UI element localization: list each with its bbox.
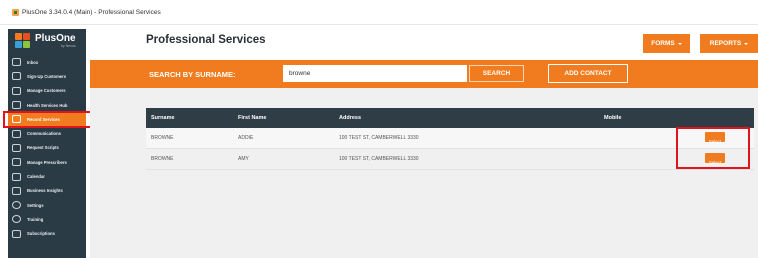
card-icon <box>12 229 21 238</box>
chevron-down-icon <box>677 42 682 45</box>
sidebar: PlusOne by Nexus Inbox Sign-Up Customers… <box>8 29 86 258</box>
search-label: SEARCH BY SURNAME: <box>149 70 236 79</box>
sidebar-item-label: Inbox <box>27 59 39 65</box>
sidebar-item-label: Health Services Hub <box>27 102 68 108</box>
sidebar-item-label: Training <box>27 216 44 222</box>
cell-first-name: AMY <box>238 156 249 162</box>
table-row[interactable]: BROWNE AMY 100 TEST ST, CAMBERWELL 3330 … <box>146 149 754 170</box>
column-header-mobile[interactable]: Mobile <box>604 115 621 121</box>
gear-icon <box>12 201 21 210</box>
users-icon <box>12 86 21 95</box>
plusone-logo-icon <box>15 33 31 49</box>
calendar-icon <box>12 172 21 181</box>
sidebar-nav: Inbox Sign-Up Customers Manage Customers… <box>8 55 86 241</box>
add-contact-button[interactable]: ADD CONTACT <box>548 64 628 83</box>
chevron-down-icon <box>744 42 749 45</box>
building-icon <box>12 158 21 167</box>
column-header-first-name[interactable]: First Name <box>238 115 266 121</box>
inbox-icon <box>12 58 21 67</box>
health-icon <box>12 101 21 110</box>
sidebar-item-label: Communications <box>27 131 61 137</box>
sidebar-item-request-scripts[interactable]: Request Scripts <box>8 141 86 155</box>
window-title: PlusOne 3.34.0.4 (Main) - Professional S… <box>22 8 161 16</box>
reports-button-label: REPORTS <box>709 40 742 47</box>
logo-subtitle: by Nexus <box>60 44 76 48</box>
person-icon <box>12 143 21 152</box>
reports-button[interactable]: REPORTS <box>700 34 758 53</box>
surname-search-input[interactable] <box>283 65 467 82</box>
sidebar-item-label: Sign-Up Customers <box>27 73 67 79</box>
cell-address: 100 TEST ST, CAMBERWELL 3330 <box>339 135 419 141</box>
help-icon <box>12 215 21 224</box>
sidebar-item-training[interactable]: Training <box>8 212 86 226</box>
table-header: Surname First Name Address Mobile <box>146 108 754 128</box>
sidebar-item-manage-customers[interactable]: Manage Customers <box>8 84 86 98</box>
record-services-highlight <box>3 111 94 128</box>
search-button-label: SEARCH <box>482 70 511 77</box>
sidebar-item-settings[interactable]: Settings <box>8 198 86 212</box>
cell-address: 100 TEST ST, CAMBERWELL 3330 <box>339 156 419 162</box>
table-row[interactable]: BROWNE ADDIE 100 TEST ST, CAMBERWELL 333… <box>146 128 754 149</box>
select-buttons-highlight <box>676 127 750 169</box>
sidebar-item-business-insights[interactable]: Business Insights <box>8 184 86 198</box>
forms-button[interactable]: FORMS <box>643 34 690 53</box>
search-button[interactable]: SEARCH <box>469 65 524 82</box>
sidebar-item-label: Business Insights <box>27 188 63 194</box>
search-bar: SEARCH BY SURNAME: SEARCH ADD CONTACT <box>90 60 758 88</box>
report-icon <box>12 186 21 195</box>
cell-surname: BROWNE <box>151 156 174 162</box>
add-user-icon <box>12 72 21 81</box>
logo[interactable]: PlusOne by Nexus <box>15 31 81 51</box>
chat-icon <box>12 129 21 138</box>
cell-surname: BROWNE <box>151 135 174 141</box>
column-header-address[interactable]: Address <box>339 115 361 121</box>
results-table: Surname First Name Address Mobile BROWNE… <box>146 108 754 170</box>
forms-button-label: FORMS <box>651 40 675 47</box>
add-contact-button-label: ADD CONTACT <box>564 70 612 77</box>
sidebar-item-inbox[interactable]: Inbox <box>8 55 86 69</box>
sidebar-item-sign-up-customers[interactable]: Sign-Up Customers <box>8 69 86 83</box>
sidebar-item-label: Calendar <box>27 174 45 180</box>
column-header-surname[interactable]: Surname <box>151 115 175 121</box>
sidebar-item-label: Settings <box>27 202 44 208</box>
sidebar-item-label: Manage Prescribers <box>27 159 67 165</box>
window-titlebar: PlusOne 3.34.0.4 (Main) - Professional S… <box>0 0 758 25</box>
sidebar-item-subscriptions[interactable]: Subscriptions <box>8 227 86 241</box>
sidebar-item-manage-prescribers[interactable]: Manage Prescribers <box>8 155 86 169</box>
sidebar-item-communications[interactable]: Communications <box>8 126 86 140</box>
app-icon <box>12 8 19 16</box>
page-title: Professional Services <box>146 34 266 46</box>
sidebar-item-calendar[interactable]: Calendar <box>8 169 86 183</box>
sidebar-item-label: Subscriptions <box>27 231 55 237</box>
logo-name: PlusOne <box>35 33 76 44</box>
sidebar-item-label: Request Scripts <box>27 145 59 151</box>
cell-first-name: ADDIE <box>238 135 254 141</box>
sidebar-item-label: Manage Customers <box>27 88 66 94</box>
